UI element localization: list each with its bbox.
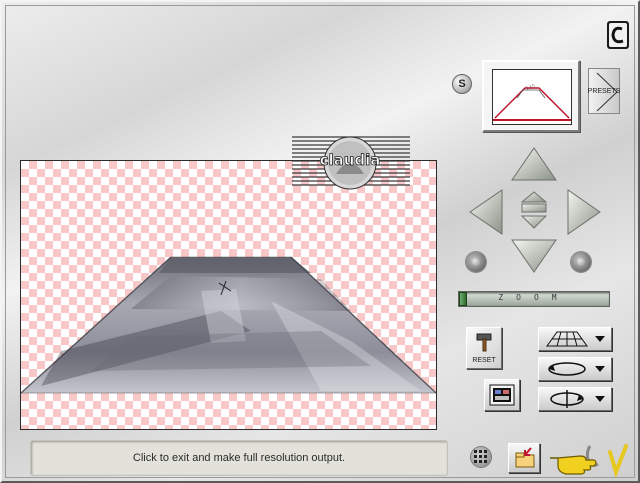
presets-button[interactable]: PRESETS [588,68,620,114]
zoom-slider-thumb[interactable] [459,292,467,306]
film-strip-icon [489,384,515,406]
ok-hand-icon[interactable] [550,442,628,478]
presets-save-badge[interactable]: S [452,74,472,94]
export-button[interactable] [508,443,540,473]
filter-window: claudia S ᚣᚬᚢ PRESETS ZOOM RESET Click t… [0,0,640,483]
preset-thumbnail-image: ᚣᚬᚢ [492,69,572,125]
arrow-right-icon[interactable] [566,188,602,236]
chevron-down-icon [595,396,605,402]
hammer-icon [476,333,492,352]
zoom-label: ZOOM [498,293,570,302]
reset-label: RESET [472,357,496,364]
preview-canvas[interactable] [20,160,437,430]
grid-icon [474,450,487,463]
preset-thumbnail[interactable]: ᚣᚬᚢ [482,60,580,132]
reset-button[interactable]: RESET [466,327,502,369]
logo-text: claudia [320,151,381,169]
perspective-mode-dropdown[interactable] [538,327,612,351]
arrow-left-icon[interactable] [468,188,504,236]
chevron-down-icon [595,336,605,342]
c-logo-icon [606,20,630,50]
arrow-down-icon[interactable] [510,238,558,274]
svg-text:ᚣᚬᚢ: ᚣᚬᚢ [526,83,537,92]
export-icon [515,447,535,468]
center-icon[interactable] [514,190,554,232]
presets-label: PRESETS [587,87,621,95]
render-preview-button[interactable] [484,379,520,411]
claudia-logo: claudia [292,134,410,192]
grid-toggle-button[interactable] [471,447,491,467]
rotate-flat-icon [548,362,586,376]
chevron-down-icon [595,366,605,372]
zoom-slider[interactable]: ZOOM [458,291,610,307]
rotate-left-knob[interactable] [466,252,486,272]
status-message[interactable]: Click to exit and make full resolution o… [30,440,448,476]
rotate-vertical-icon [550,390,584,408]
rotate-vertical-dropdown[interactable] [538,387,612,411]
perspective-grid-icon [546,331,588,347]
arrow-up-icon[interactable] [510,146,558,182]
rotate-right-knob[interactable] [571,252,591,272]
rotate-flat-dropdown[interactable] [538,357,612,381]
